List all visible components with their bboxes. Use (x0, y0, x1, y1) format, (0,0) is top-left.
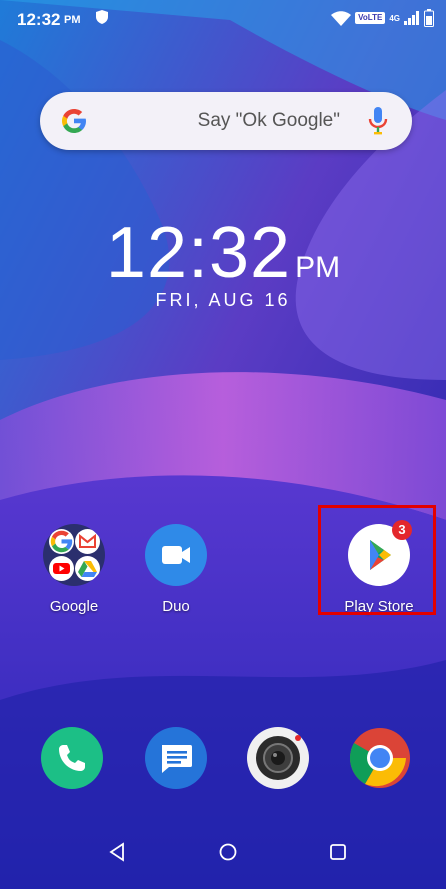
clock-date: FRI, AUG 16 (155, 290, 291, 310)
shield-icon (96, 10, 108, 24)
home-icon[interactable] (218, 842, 238, 862)
status-ampm: PM (64, 14, 81, 26)
google-g-icon (62, 109, 86, 133)
highlight-box (318, 505, 436, 615)
duo-label: Duo (162, 598, 190, 615)
clock-time: 12:32 (105, 213, 292, 293)
drive-icon (75, 556, 100, 581)
volte-badge: VoLTE (355, 12, 386, 24)
google-icon (49, 529, 74, 554)
clock-ampm: PM (295, 251, 341, 284)
search-hint: Say "Ok Google" (197, 110, 340, 131)
messages-icon[interactable] (145, 727, 207, 789)
status-bar: 12:32 PM VoLTE 4G (0, 0, 446, 36)
chrome-icon[interactable] (349, 727, 411, 789)
google-folder-icon (43, 524, 105, 586)
recents-icon[interactable] (329, 842, 347, 862)
clock-widget[interactable]: 12:32 PM (0, 212, 446, 294)
signal-icon (404, 11, 419, 25)
google-folder[interactable]: Google (24, 524, 124, 615)
youtube-icon (49, 556, 74, 581)
google-folder-label: Google (49, 598, 99, 615)
camera-icon[interactable] (247, 727, 309, 789)
wifi-icon (331, 10, 352, 26)
duo-app[interactable]: Duo (126, 524, 226, 615)
duo-icon (145, 524, 207, 586)
microphone-icon[interactable] (368, 106, 388, 136)
google-search-bar[interactable]: Say "Ok Google" (40, 92, 412, 150)
network-type: 4G (389, 13, 400, 23)
battery-icon (424, 9, 434, 27)
navigation-bar (0, 822, 446, 889)
back-icon[interactable] (108, 842, 126, 862)
phone-icon[interactable] (41, 727, 103, 789)
gmail-icon (75, 529, 100, 554)
status-time: 12:32 (17, 10, 61, 29)
